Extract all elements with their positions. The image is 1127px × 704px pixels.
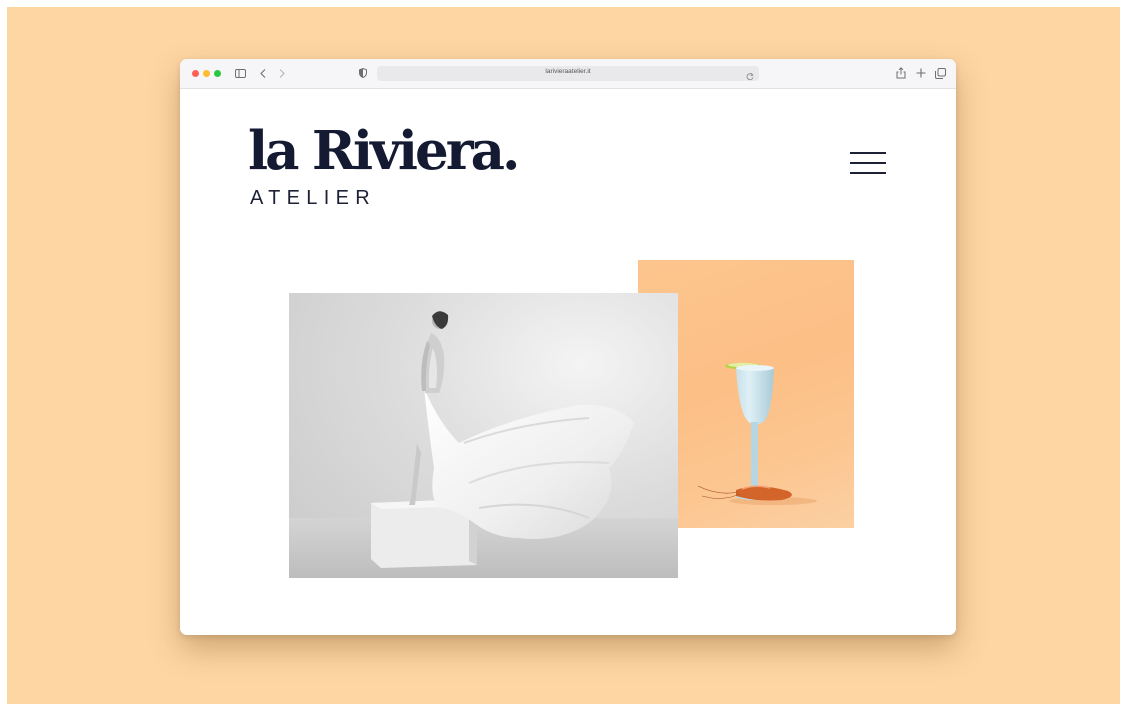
forward-icon[interactable] — [277, 66, 287, 80]
logo-wordmark[interactable]: la Riviera. — [248, 123, 520, 179]
new-tab-icon[interactable] — [915, 66, 927, 80]
close-window-button[interactable] — [192, 70, 199, 77]
hamburger-menu-icon[interactable] — [850, 151, 888, 175]
share-icon[interactable] — [895, 66, 907, 80]
url-text: larivieraatelier.it — [545, 68, 591, 75]
logo-subtitle: ATELIER — [250, 187, 376, 209]
reload-icon[interactable] — [746, 68, 754, 86]
bride-photo — [289, 293, 678, 578]
minimize-window-button[interactable] — [203, 70, 210, 77]
browser-window: larivieraatelier.it la Riviera. ATELIER — [180, 59, 956, 635]
browser-toolbar: larivieraatelier.it — [180, 59, 956, 89]
zoom-window-button[interactable] — [214, 70, 221, 77]
sidebar-icon[interactable] — [234, 66, 246, 80]
shield-icon[interactable] — [358, 66, 368, 80]
page-content: la Riviera. ATELIER — [180, 89, 956, 635]
back-icon[interactable] — [258, 66, 268, 80]
tabs-overview-icon[interactable] — [934, 66, 946, 80]
address-bar[interactable]: larivieraatelier.it — [377, 66, 759, 81]
